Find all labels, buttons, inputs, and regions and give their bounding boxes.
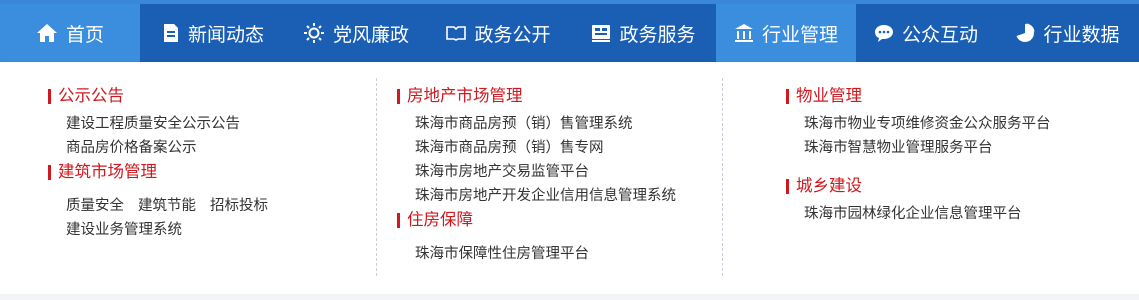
section-title-public-notice[interactable]: 公示公告 bbox=[48, 84, 268, 108]
sun-icon bbox=[303, 22, 325, 44]
nav-item-public-interaction[interactable]: 公众互动 bbox=[856, 4, 996, 62]
service-icon bbox=[591, 24, 611, 42]
nav-item-label: 党风廉政 bbox=[332, 23, 409, 46]
menu-link[interactable]: 珠海市房地产开发企业信用信息管理系统 bbox=[415, 184, 676, 208]
section-title-label: 住房保障 bbox=[407, 210, 473, 229]
nav-item-party[interactable]: 党风廉政 bbox=[286, 4, 426, 62]
menu-link[interactable]: 珠海市保障性住房管理平台 bbox=[415, 242, 676, 266]
section-marker bbox=[786, 178, 789, 194]
menu-link-row: 质量安全 建筑节能 招标投标 bbox=[66, 194, 268, 218]
section-title-construction-market[interactable]: 建筑市场管理 bbox=[48, 160, 268, 184]
menu-link[interactable]: 珠海市物业专项维修资金公众服务平台 bbox=[804, 112, 1051, 136]
menu-link[interactable]: 建设业务管理系统 bbox=[66, 218, 268, 242]
nav-item-label: 政务服务 bbox=[619, 23, 696, 46]
menu-link[interactable]: 珠海市智慧物业管理服务平台 bbox=[804, 136, 1051, 160]
menu-column-1: 公示公告 建设工程质量安全公示公告 商品房价格备案公示 建筑市场管理 质量安全 … bbox=[48, 84, 268, 242]
page-bottom-strip bbox=[0, 294, 1139, 300]
menu-link[interactable]: 珠海市商品房预（销）售管理系统 bbox=[415, 112, 676, 136]
section-title-urban-rural[interactable]: 城乡建设 bbox=[786, 174, 1051, 198]
nav-item-gov-service[interactable]: 政务服务 bbox=[571, 4, 716, 62]
section-title-label: 公示公告 bbox=[58, 86, 124, 105]
menu-column-2: 房地产市场管理 珠海市商品房预（销）售管理系统 珠海市商品房预（销）售专网 珠海… bbox=[397, 84, 676, 266]
bank-icon bbox=[734, 23, 754, 43]
nav-item-gov-affairs[interactable]: 政务公开 bbox=[426, 4, 571, 62]
section-title-housing[interactable]: 住房保障 bbox=[397, 208, 676, 232]
nav-item-label: 行业数据 bbox=[1043, 23, 1120, 46]
nav-item-label: 行业管理 bbox=[761, 23, 838, 46]
nav-item-industry-data[interactable]: 行业数据 bbox=[996, 4, 1139, 62]
menu-link[interactable]: 商品房价格备案公示 bbox=[66, 136, 268, 160]
column-divider bbox=[722, 78, 723, 276]
main-nav-bar: 首页 新闻动态 党风廉政 政务公开 政务服务 行业管理 公众互动 行业数据 bbox=[0, 0, 1139, 62]
nav-item-label: 新闻动态 bbox=[187, 23, 264, 46]
pie-chart-icon bbox=[1015, 23, 1035, 43]
home-icon bbox=[36, 23, 58, 43]
section-title-property[interactable]: 物业管理 bbox=[786, 84, 1051, 108]
section-title-real-estate[interactable]: 房地产市场管理 bbox=[397, 84, 676, 108]
menu-link[interactable]: 建设工程质量安全公示公告 bbox=[66, 112, 268, 136]
menu-link[interactable]: 招标投标 bbox=[210, 194, 268, 218]
section-title-label: 城乡建设 bbox=[796, 176, 862, 195]
nav-item-news[interactable]: 新闻动态 bbox=[140, 4, 286, 62]
section-marker bbox=[397, 88, 400, 104]
nav-item-label: 首页 bbox=[65, 23, 104, 46]
section-marker bbox=[397, 212, 400, 228]
section-marker bbox=[48, 88, 51, 104]
nav-item-label: 公众互动 bbox=[901, 23, 978, 46]
menu-column-3: 物业管理 珠海市物业专项维修资金公众服务平台 珠海市智慧物业管理服务平台 城乡建… bbox=[786, 84, 1051, 226]
section-marker bbox=[786, 88, 789, 104]
nav-item-industry-mgmt[interactable]: 行业管理 bbox=[716, 4, 856, 62]
column-divider bbox=[376, 78, 377, 276]
chat-icon bbox=[874, 24, 894, 42]
section-title-label: 建筑市场管理 bbox=[58, 162, 157, 181]
section-title-label: 物业管理 bbox=[796, 86, 862, 105]
menu-link[interactable]: 质量安全 bbox=[66, 194, 124, 218]
menu-link[interactable]: 建筑节能 bbox=[138, 194, 196, 218]
menu-link[interactable]: 珠海市商品房预（销）售专网 bbox=[415, 136, 676, 160]
menu-link[interactable]: 珠海市房地产交易监管平台 bbox=[415, 160, 676, 184]
book-icon bbox=[446, 25, 467, 41]
document-icon bbox=[162, 23, 180, 43]
section-title-label: 房地产市场管理 bbox=[407, 86, 523, 105]
menu-link[interactable]: 珠海市园林绿化企业信息管理平台 bbox=[804, 202, 1051, 226]
nav-item-home[interactable]: 首页 bbox=[0, 4, 140, 62]
section-marker bbox=[48, 164, 51, 180]
nav-item-label: 政务公开 bbox=[474, 23, 551, 46]
